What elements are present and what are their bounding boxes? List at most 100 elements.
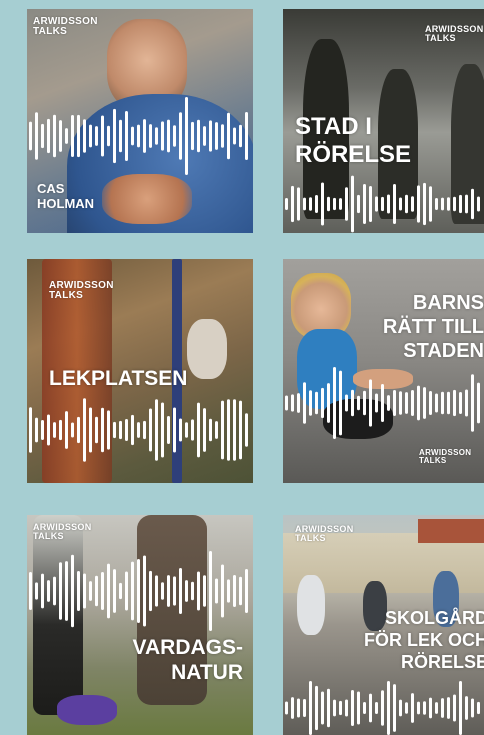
waveform-bar xyxy=(375,702,378,714)
waveform-bar xyxy=(197,119,200,153)
waveform-bar xyxy=(155,399,158,461)
waveform-bar xyxy=(227,579,230,603)
waveform-bar xyxy=(399,197,402,211)
waveform-bar xyxy=(149,408,152,452)
waveform-bar xyxy=(125,571,128,611)
waveform-bar xyxy=(447,391,450,415)
waveform-bar xyxy=(393,389,396,417)
waveform-bar xyxy=(471,188,474,220)
waveform-bar xyxy=(95,416,98,444)
waveform-bar xyxy=(83,573,86,609)
episode-title: STAD I RÖRELSE xyxy=(295,113,412,168)
waveform-bar xyxy=(203,408,206,452)
waveform-bar xyxy=(297,698,300,718)
podcast-tile-cas-holman[interactable]: ARWIDSSON TALKS CAS HOLMAN xyxy=(27,9,253,233)
waveform-bar xyxy=(221,124,224,148)
waveform-bar xyxy=(53,114,56,158)
waveform-bar xyxy=(351,690,354,726)
waveform-bar xyxy=(41,573,44,609)
waveform-bar xyxy=(435,393,438,413)
waveform-bar xyxy=(47,580,50,602)
waveform-bar xyxy=(429,186,432,222)
waveform-bar xyxy=(333,197,336,211)
waveform-bar xyxy=(221,564,224,618)
waveform-bar xyxy=(471,698,474,718)
waveform-bar xyxy=(197,571,200,611)
waveform-bar xyxy=(161,402,164,458)
waveform-bar xyxy=(233,127,236,145)
waveform-bar xyxy=(447,697,450,719)
waveform-bar xyxy=(179,567,182,615)
waveform-bar xyxy=(29,121,32,151)
waveform-bar xyxy=(375,196,378,212)
brand-label: ARWIDSSON TALKS xyxy=(295,524,354,543)
waveform-bar xyxy=(53,576,56,606)
waveform-bar xyxy=(381,383,384,423)
brand-label: ARWIDSSON TALKS xyxy=(419,448,472,465)
waveform-bar xyxy=(465,389,468,417)
episode-title: SKOLGÅRD FÖR LEK OCH RÖRELSE xyxy=(364,608,484,672)
waveform-bar xyxy=(399,391,402,415)
waveform-bar xyxy=(95,575,98,607)
episode-title: BARNS RÄTT TILL STADEN xyxy=(382,292,484,362)
waveform-bar xyxy=(77,570,80,612)
waveform-bar xyxy=(89,581,92,601)
waveform-bar xyxy=(435,197,438,211)
waveform-bar xyxy=(125,111,128,161)
waveform-bar xyxy=(315,685,318,731)
waveform-bar xyxy=(59,419,62,441)
waveform-bar xyxy=(303,197,306,211)
waveform-bar xyxy=(417,185,420,223)
waveform-bar xyxy=(131,126,134,146)
waveform-bar xyxy=(71,422,74,438)
waveform-bar xyxy=(345,187,348,221)
waveform-bar xyxy=(227,399,230,461)
waveform-bar xyxy=(417,385,420,421)
waveform-bar xyxy=(239,124,242,148)
waveform-bar xyxy=(375,393,378,413)
podcast-tile-vardagsnatur[interactable]: ARWIDSSON TALKS VARDAGS- NATUR xyxy=(27,515,253,735)
waveform-bar xyxy=(291,697,294,719)
waveform-bar xyxy=(357,395,360,411)
waveform-bar xyxy=(89,407,92,453)
waveform-bar xyxy=(155,575,158,607)
waveform-bar xyxy=(233,399,236,461)
waveform-bar xyxy=(203,575,206,607)
waveform-bar xyxy=(363,183,366,225)
waveform-bar xyxy=(285,395,288,411)
podcast-tile-skolgard[interactable]: ARWIDSSON TALKS SKOLGÅRD FÖR LEK OCH RÖRELS… xyxy=(283,515,484,735)
waveform-bar xyxy=(369,185,372,223)
waveform-bar xyxy=(441,197,444,211)
waveform-bar xyxy=(411,196,414,212)
waveform-bar xyxy=(113,108,116,164)
child-figure xyxy=(187,319,227,379)
waveform-bar xyxy=(227,112,230,160)
waveform-bar xyxy=(321,182,324,226)
waveform-bar xyxy=(179,112,182,160)
waveform-bar xyxy=(41,420,44,440)
audio-waveform xyxy=(285,175,480,233)
waveform-bar xyxy=(309,390,312,416)
waveform-bar xyxy=(137,422,140,438)
episode-title: LEKPLATSEN xyxy=(49,367,188,390)
waveform-bar xyxy=(381,690,384,726)
waveform-bar xyxy=(209,551,212,631)
waveform-bar xyxy=(309,681,312,735)
waveform-bar xyxy=(339,700,342,716)
waveform-bar xyxy=(477,196,480,212)
podcast-tile-stad-i-rorelse[interactable]: ARWIDSSON TALKS STAD I RÖRELSE xyxy=(283,9,484,233)
waveform-bar xyxy=(297,187,300,221)
podcast-tile-lekplatsen[interactable]: ARWIDSSON TALKS LEKPLATSEN xyxy=(27,259,253,483)
red-roof xyxy=(418,519,484,543)
waveform-bar xyxy=(101,571,104,611)
waveform-bar xyxy=(477,382,480,424)
waveform-bar xyxy=(167,119,170,153)
waveform-bar xyxy=(59,120,62,152)
podcast-tile-barns-ratt-till-staden[interactable]: BARNS RÄTT TILL STADEN ARWIDSSON TALKS xyxy=(283,259,484,483)
waveform-bar xyxy=(107,410,110,450)
audio-waveform xyxy=(29,97,248,175)
waveform-bar xyxy=(369,693,372,723)
waveform-bar xyxy=(89,124,92,148)
waveform-bar xyxy=(167,575,170,607)
audio-waveform xyxy=(285,681,480,735)
